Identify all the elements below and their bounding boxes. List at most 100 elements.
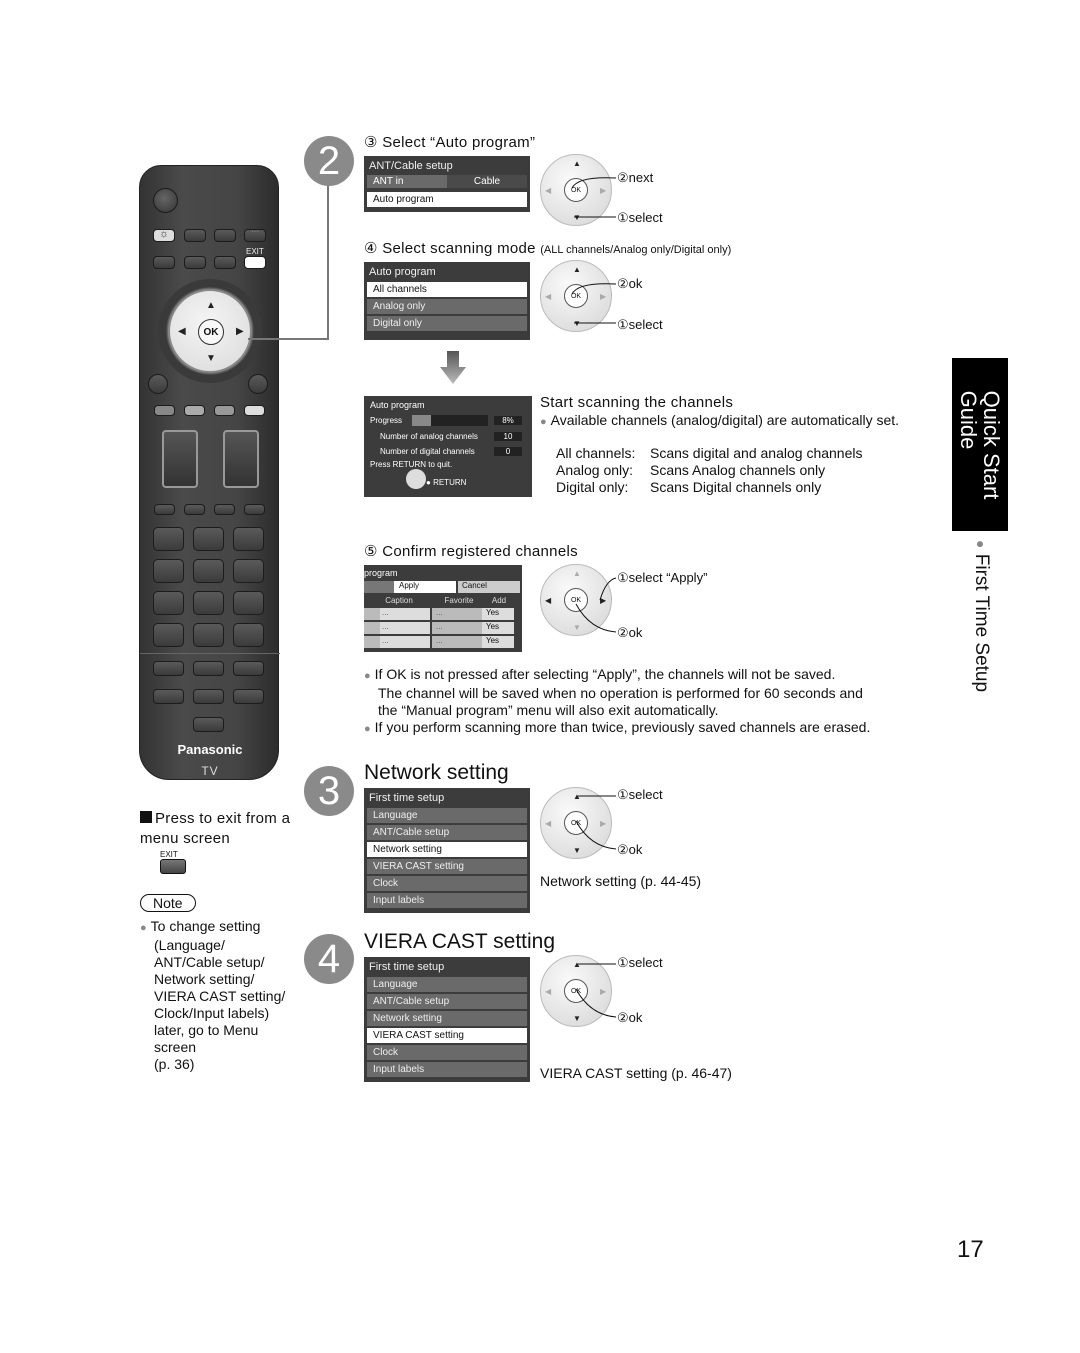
exit-note: Press to exit from a menu screen EXIT bbox=[140, 809, 310, 874]
column-header: Caption bbox=[385, 596, 413, 605]
menu-item[interactable]: Language bbox=[367, 977, 527, 992]
remote-button[interactable] bbox=[214, 256, 236, 269]
page-reference-link[interactable]: VIERA CAST setting (p. 46-47) bbox=[540, 1065, 732, 1081]
note-line: later, go to Menu bbox=[154, 1022, 259, 1038]
apply-button[interactable]: Apply bbox=[394, 581, 456, 593]
menu-title: program bbox=[364, 568, 398, 578]
number-button[interactable] bbox=[233, 527, 264, 551]
menu-item-selected[interactable]: VIERA CAST setting bbox=[367, 1028, 527, 1043]
menu-item[interactable]: Clock bbox=[367, 1045, 527, 1060]
remote-button[interactable] bbox=[148, 374, 168, 394]
number-button[interactable] bbox=[233, 623, 264, 647]
remote-button[interactable] bbox=[153, 661, 184, 676]
remote-button[interactable] bbox=[184, 504, 205, 515]
step2-notes: If OK is not pressed after selecting “Ap… bbox=[364, 666, 871, 738]
light-button[interactable]: ☼ bbox=[153, 228, 175, 242]
callout-ok: ②ok bbox=[617, 842, 643, 857]
digital-value: 0 bbox=[494, 447, 522, 456]
menu-item[interactable]: ANT/Cable setup bbox=[367, 825, 527, 840]
channel-rocker[interactable] bbox=[223, 430, 259, 488]
note-line: To change setting bbox=[140, 918, 310, 937]
menu-item[interactable]: Language bbox=[367, 808, 527, 823]
color-button[interactable] bbox=[244, 405, 265, 416]
menu-row[interactable]: ANT in Cable bbox=[367, 175, 527, 188]
sun-icon: ☼ bbox=[159, 228, 170, 240]
page-reference-link[interactable]: Network setting (p. 44-45) bbox=[540, 873, 701, 889]
progress-bar bbox=[412, 415, 488, 426]
section-subtitle: ● First Time Setup bbox=[966, 540, 996, 710]
ok-button[interactable]: OK bbox=[198, 319, 224, 345]
note-line: (Language/ bbox=[154, 937, 225, 953]
number-button[interactable] bbox=[193, 591, 224, 615]
number-button[interactable] bbox=[233, 559, 264, 583]
confirm-channels-menu: program Apply Cancel Caption Favorite Ad… bbox=[364, 565, 522, 652]
menu-item[interactable]: Input labels bbox=[367, 893, 527, 908]
remote-button[interactable] bbox=[244, 504, 265, 515]
menu-item[interactable]: Clock bbox=[367, 876, 527, 891]
menu-item[interactable]: Input labels bbox=[367, 1062, 527, 1077]
menu-item[interactable]: ANT/Cable setup bbox=[367, 994, 527, 1009]
first-time-setup-menu: First time setup Language ANT/Cable setu… bbox=[364, 957, 530, 1082]
remote-button[interactable] bbox=[193, 661, 224, 676]
volume-rocker[interactable] bbox=[162, 430, 198, 488]
menu-item[interactable]: VIERA CAST setting bbox=[367, 859, 527, 874]
sub-step-heading: ⑤ Confirm registered channels bbox=[364, 543, 578, 560]
callout-ok: ②ok bbox=[617, 1010, 643, 1025]
table-row[interactable]: ...... Yes bbox=[364, 636, 522, 648]
number-button[interactable] bbox=[153, 559, 184, 583]
callout-lines bbox=[571, 283, 617, 324]
remote-button[interactable] bbox=[233, 661, 264, 676]
menu-row-label: ANT in bbox=[367, 175, 447, 188]
remote-button[interactable] bbox=[153, 256, 175, 269]
remote-button[interactable] bbox=[193, 717, 224, 732]
left-arrow-icon[interactable]: ◀ bbox=[178, 326, 186, 337]
menu-row-value: Cable bbox=[447, 175, 527, 188]
table-row[interactable]: ...... Yes bbox=[364, 622, 522, 634]
remote-button[interactable] bbox=[184, 229, 206, 242]
menu-item-selected[interactable]: Auto program bbox=[367, 192, 527, 207]
up-arrow-icon: ▲ bbox=[573, 265, 581, 274]
scan-mode-row: All channels: Scans digital and analog ch… bbox=[556, 445, 863, 461]
note-line: If OK is not pressed after selecting “Ap… bbox=[364, 666, 870, 685]
color-button[interactable] bbox=[214, 405, 235, 416]
color-button[interactable] bbox=[184, 405, 205, 416]
remote-button[interactable] bbox=[248, 374, 268, 394]
color-button[interactable] bbox=[154, 405, 175, 416]
number-button[interactable] bbox=[193, 623, 224, 647]
remote-button[interactable] bbox=[184, 256, 206, 269]
number-button[interactable] bbox=[153, 591, 184, 615]
column-header: Favorite bbox=[444, 596, 474, 605]
power-button[interactable] bbox=[153, 188, 178, 213]
number-button[interactable] bbox=[153, 623, 184, 647]
number-button[interactable] bbox=[193, 527, 224, 551]
number-button[interactable] bbox=[193, 559, 224, 583]
remote-button[interactable] bbox=[193, 689, 224, 704]
remote-button[interactable] bbox=[233, 689, 264, 704]
callout-next: ②next bbox=[617, 170, 654, 185]
menu-title: ANT/Cable setup bbox=[369, 160, 453, 172]
number-button[interactable] bbox=[153, 527, 184, 551]
menu-item-analog-only[interactable]: Analog only bbox=[367, 299, 527, 314]
menu-item-selected[interactable]: Network setting bbox=[367, 842, 527, 857]
number-button[interactable] bbox=[233, 591, 264, 615]
progress-label: Progress bbox=[370, 416, 403, 425]
up-arrow-icon[interactable]: ▲ bbox=[206, 300, 216, 311]
menu-title: Auto program bbox=[370, 400, 425, 410]
remote-button[interactable] bbox=[214, 229, 236, 242]
menu-item-digital-only[interactable]: Digital only bbox=[367, 316, 527, 331]
table-row[interactable]: ...... Yes bbox=[364, 608, 522, 620]
left-arrow-icon: ◀ bbox=[545, 186, 552, 195]
menu-item-all-channels[interactable]: All channels bbox=[367, 282, 527, 297]
note-line: Network setting/ bbox=[154, 971, 255, 987]
remote-button[interactable] bbox=[153, 689, 184, 704]
down-arrow-icon[interactable]: ▼ bbox=[206, 353, 216, 364]
progress-value: 8% bbox=[494, 416, 522, 425]
cancel-button[interactable]: Cancel bbox=[458, 581, 520, 593]
remote-button[interactable] bbox=[214, 504, 235, 515]
scan-bullet: Available channels (analog/digital) are … bbox=[540, 412, 899, 428]
menu-item[interactable]: Network setting bbox=[367, 1011, 527, 1026]
digital-row: Number of digital channels 0 bbox=[370, 445, 526, 458]
remote-button[interactable] bbox=[154, 504, 175, 515]
callout-lines bbox=[575, 795, 617, 850]
section-subtitle-text: ● First Time Setup bbox=[971, 540, 992, 693]
